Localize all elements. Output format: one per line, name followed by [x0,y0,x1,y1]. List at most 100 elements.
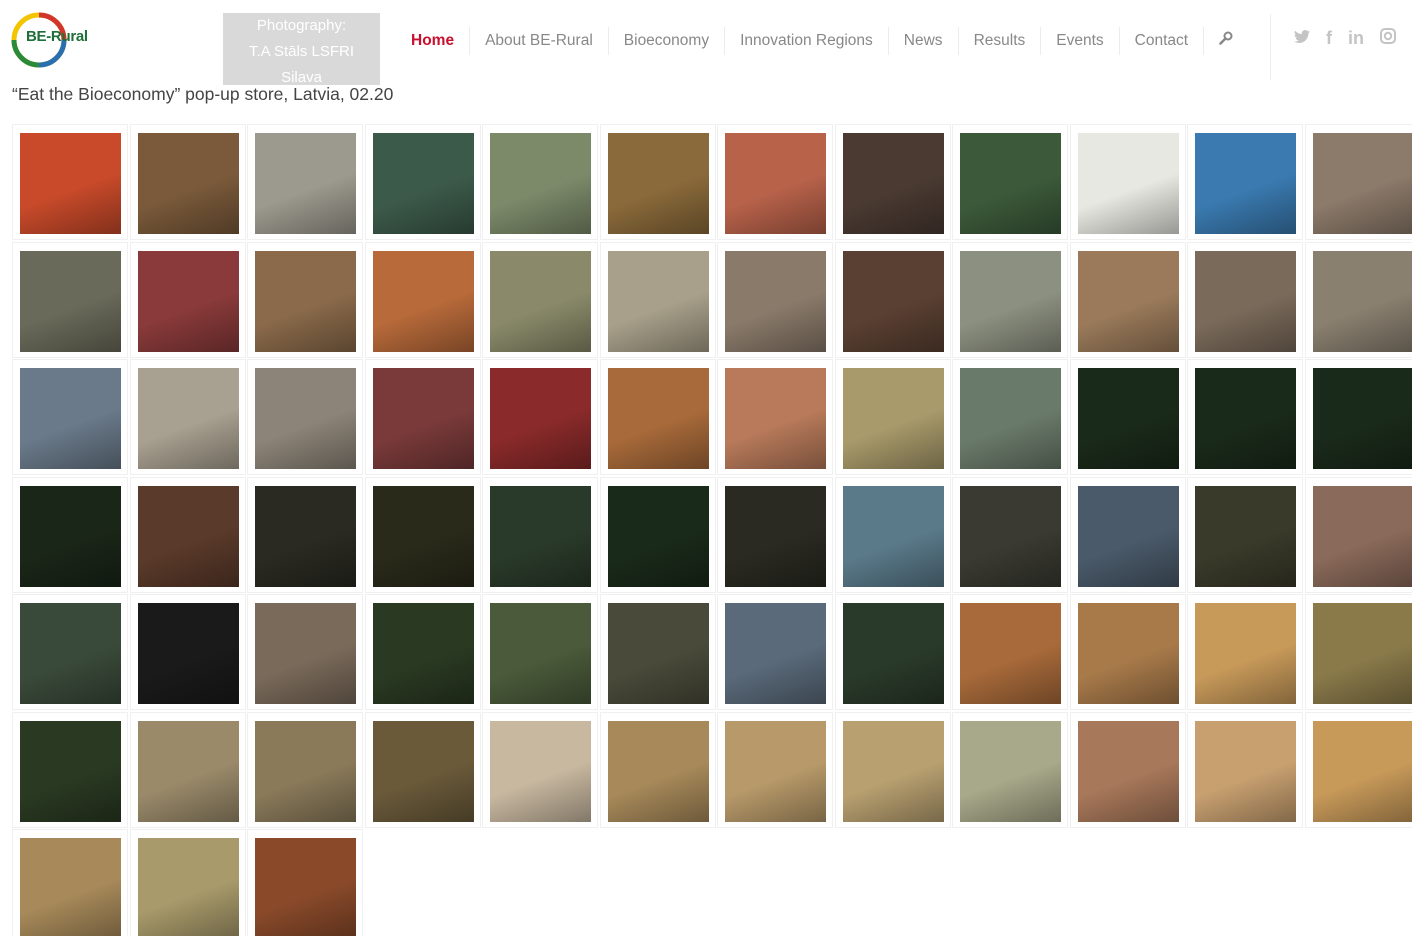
gallery-thumbnail[interactable] [834,476,951,593]
linkedin-icon[interactable]: in [1348,28,1364,49]
gallery-thumbnail[interactable] [1187,711,1303,828]
thumbnail-image [1312,133,1412,234]
instagram-icon[interactable] [1380,28,1396,49]
gallery-thumbnail[interactable] [1304,594,1412,710]
nav-innovation-regions[interactable]: Innovation Regions [725,27,889,55]
gallery-thumbnail[interactable] [952,241,1068,358]
gallery-thumbnail[interactable] [1187,124,1303,240]
gallery-thumbnail[interactable] [12,124,128,240]
nav-events[interactable]: Events [1041,27,1120,55]
gallery-thumbnail[interactable] [1187,594,1303,710]
gallery-thumbnail[interactable] [717,124,833,240]
gallery-thumbnail[interactable] [1069,124,1186,240]
gallery-thumbnail[interactable] [129,359,246,475]
thumbnail-image [490,720,591,822]
thumbnail-image [842,250,944,352]
gallery-thumbnail[interactable] [12,476,128,593]
gallery-thumbnail[interactable] [1187,359,1303,475]
gallery-thumbnail[interactable] [717,241,833,358]
gallery-thumbnail[interactable] [364,476,481,593]
thumbnail-image [1077,485,1179,587]
nav-bioeconomy[interactable]: Bioeconomy [609,27,726,55]
thumbnail-image [255,838,356,936]
gallery-thumbnail[interactable] [129,124,246,240]
gallery-thumbnail[interactable] [12,594,128,710]
gallery-thumbnail[interactable] [129,476,246,593]
gallery-thumbnail[interactable] [599,359,716,475]
gallery-thumbnail[interactable] [599,594,716,710]
gallery-thumbnail[interactable] [482,594,598,710]
gallery-thumbnail[interactable] [834,241,951,358]
gallery-thumbnail[interactable] [599,711,716,828]
gallery-thumbnail[interactable] [717,594,833,710]
gallery-thumbnail[interactable] [129,241,246,358]
nav-search[interactable] [1204,27,1248,55]
gallery-thumbnail[interactable] [834,359,951,475]
facebook-icon[interactable]: f [1326,28,1332,49]
gallery-thumbnail[interactable] [1069,594,1186,710]
gallery-thumbnail[interactable] [1304,476,1412,593]
gallery-thumbnail[interactable] [247,829,363,936]
gallery-thumbnail[interactable] [12,241,128,358]
thumbnail-image [1077,603,1179,704]
gallery-thumbnail[interactable] [247,711,363,828]
gallery-thumbnail[interactable] [952,594,1068,710]
nav-contact[interactable]: Contact [1120,27,1205,55]
nav-results[interactable]: Results [959,27,1042,55]
thumbnail-image [1312,485,1412,587]
thumbnail-image [725,133,826,234]
gallery-thumbnail[interactable] [247,124,363,240]
gallery-thumbnail[interactable] [834,124,951,240]
gallery-thumbnail[interactable] [482,124,598,240]
gallery-thumbnail[interactable] [12,711,128,828]
nav-news[interactable]: News [889,27,959,55]
gallery-thumbnail[interactable] [952,124,1068,240]
gallery-thumbnail[interactable] [717,711,833,828]
gallery-thumbnail[interactable] [1069,241,1186,358]
gallery-thumbnail[interactable] [599,124,716,240]
nav-about[interactable]: About BE-Rural [470,27,609,55]
gallery-thumbnail[interactable] [717,359,833,475]
gallery-thumbnail[interactable] [482,476,598,593]
gallery-thumbnail[interactable] [364,124,481,240]
gallery-thumbnail[interactable] [247,359,363,475]
gallery-thumbnail[interactable] [364,359,481,475]
gallery-thumbnail[interactable] [717,476,833,593]
gallery-thumbnail[interactable] [1069,711,1186,828]
gallery-thumbnail[interactable] [1069,476,1186,593]
gallery-thumbnail[interactable] [364,241,481,358]
gallery-thumbnail[interactable] [1304,711,1412,828]
gallery-thumbnail[interactable] [952,359,1068,475]
gallery-thumbnail[interactable] [1304,124,1412,240]
gallery-thumbnail[interactable] [129,711,246,828]
gallery-thumbnail[interactable] [247,594,363,710]
gallery-thumbnail[interactable] [482,359,598,475]
gallery-thumbnail[interactable] [1187,241,1303,358]
gallery-thumbnail[interactable] [129,829,246,936]
gallery-thumbnail[interactable] [599,476,716,593]
gallery-thumbnail[interactable] [482,711,598,828]
twitter-icon[interactable] [1294,28,1310,49]
thumbnail-image [607,250,709,352]
gallery-thumbnail[interactable] [364,594,481,710]
gallery-thumbnail[interactable] [129,594,246,710]
gallery-thumbnail[interactable] [1187,476,1303,593]
gallery-thumbnail[interactable] [247,476,363,593]
gallery-thumbnail[interactable] [834,711,951,828]
thumbnail-image [20,603,121,704]
nav-home[interactable]: Home [396,27,471,55]
gallery-thumbnail[interactable] [12,359,128,475]
gallery-thumbnail[interactable] [364,711,481,828]
photo-credit-overlay: Photography: T.A Stāls LSFRI Silava [223,13,380,85]
gallery-thumbnail[interactable] [1304,241,1412,358]
gallery-thumbnail[interactable] [12,829,128,936]
gallery-thumbnail[interactable] [247,241,363,358]
gallery-thumbnail[interactable] [599,241,716,358]
gallery-thumbnail[interactable] [482,241,598,358]
gallery-thumbnail[interactable] [834,594,951,710]
thumbnail-image [1195,250,1296,352]
gallery-thumbnail[interactable] [1069,359,1186,475]
gallery-thumbnail[interactable] [952,711,1068,828]
gallery-thumbnail[interactable] [952,476,1068,593]
gallery-thumbnail[interactable] [1304,359,1412,475]
